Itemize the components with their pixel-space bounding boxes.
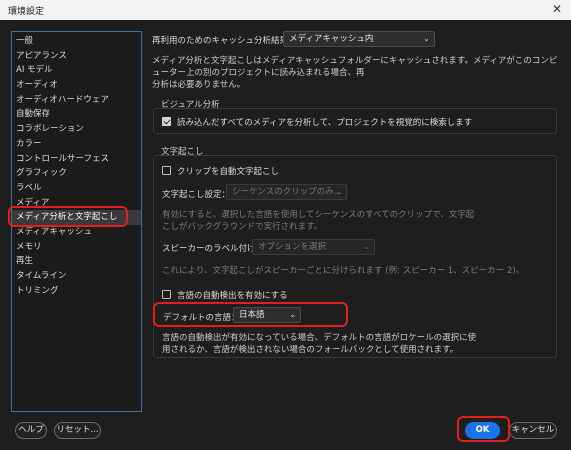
auto-detect-language-label: 言語の自動検出を有効にする bbox=[177, 291, 288, 301]
speaker-labeling-dropdown[interactable]: オプションを選択 ⌄ bbox=[252, 239, 375, 255]
sidebar-item[interactable]: AI モデル bbox=[12, 63, 141, 78]
speaker-labeling-label: スピーカーのラベル付け： bbox=[162, 244, 265, 254]
sidebar-item[interactable]: メディアキャッシュ bbox=[12, 225, 141, 240]
auto-transcribe-label: クリップを自動文字起こし bbox=[177, 167, 280, 177]
cancel-button[interactable]: キャンセル bbox=[509, 422, 557, 439]
settings-desc-line-1: 有効にすると、選択した言語を使用してシーケンスのすべてのクリップで、文字起 bbox=[162, 210, 475, 220]
lang-desc-line-2: 用されるか、言語が検出されない場合のフォールバックとして使用されます。 bbox=[162, 345, 459, 355]
highlight-ok-button bbox=[457, 416, 510, 442]
visual-analysis-checkbox[interactable] bbox=[162, 117, 171, 126]
speaker-labeling-description: これにより、文字起こしがスピーカーごとに分けられます (例: スピーカー 1、ス… bbox=[162, 266, 525, 276]
sidebar-item[interactable]: トリミング bbox=[12, 284, 141, 299]
visual-analysis-label: 読み込んだすべてのメディアを分析して、プロジェクトを視覚的に検索します bbox=[177, 118, 473, 128]
highlight-default-language bbox=[153, 302, 348, 327]
sidebar-item[interactable]: メモリ bbox=[12, 240, 141, 255]
transcription-settings-label: 文字起こし設定： bbox=[162, 190, 231, 200]
cache-description: メディア分析と文字起こしはメディアキャッシュフォルダーにキャッシュされます。メデ… bbox=[152, 55, 560, 91]
speaker-labeling-value: オプションを選択 bbox=[258, 242, 327, 252]
sidebar-item[interactable]: ラベル bbox=[12, 181, 141, 196]
cache-location-value: メディアキャッシュ内 bbox=[289, 34, 374, 44]
help-button[interactable]: ヘルプ bbox=[15, 422, 47, 439]
window-title: 環境設定 bbox=[8, 7, 45, 17]
transcription-group: クリップを自動文字起こし 文字起こし設定： シーケンスのクリップのみ... ⌄ … bbox=[153, 155, 557, 358]
sidebar-item[interactable]: 再生 bbox=[12, 254, 141, 269]
sidebar-item[interactable]: アピアランス bbox=[12, 49, 141, 64]
transcription-settings-dropdown[interactable]: シーケンスのクリップのみ... ⌄ bbox=[226, 184, 347, 200]
sidebar-item[interactable]: コントロールサーフェス bbox=[12, 152, 141, 167]
lang-desc-line-1: 言語の自動検出が有効になっている場合、デフォルトの言語がロケールの選択に使 bbox=[162, 333, 477, 343]
close-icon[interactable]: ✕ bbox=[552, 2, 562, 16]
transcription-settings-value: シーケンスのクリップのみ... bbox=[232, 187, 342, 197]
transcription-settings-description: 有効にすると、選択した言語を使用してシーケンスのすべてのクリップで、文字起 こし… bbox=[162, 209, 554, 233]
sidebar-item[interactable]: オーディオハードウェア bbox=[12, 93, 141, 108]
sidebar-item[interactable]: コラボレーション bbox=[12, 122, 141, 137]
sidebar-item[interactable]: カラー bbox=[12, 137, 141, 152]
sidebar-item[interactable]: グラフィック bbox=[12, 166, 141, 181]
chevron-down-icon: ⌄ bbox=[335, 187, 342, 196]
default-language-description: 言語の自動検出が有効になっている場合、デフォルトの言語がロケールの選択に使 用さ… bbox=[162, 332, 554, 356]
chevron-down-icon: ⌄ bbox=[363, 242, 370, 251]
settings-panel: 再利用のためのキャッシュ分析結果： メディアキャッシュ内 ⌄ メディア分析と文字… bbox=[152, 28, 562, 413]
highlight-sidebar-selection bbox=[8, 206, 128, 227]
cache-desc-line-1: メディア分析と文字起こしはメディアキャッシュフォルダーにキャッシュされます。メデ… bbox=[152, 56, 558, 78]
visual-analysis-group: 読み込んだすべてのメディアを分析して、プロジェクトを視覚的に検索します bbox=[153, 108, 557, 134]
settings-desc-line-2: こしがバックグラウンドで実行されます。 bbox=[162, 222, 323, 232]
auto-transcribe-checkbox[interactable] bbox=[162, 166, 171, 175]
reset-button[interactable]: リセット... bbox=[54, 422, 101, 439]
cache-label: 再利用のためのキャッシュ分析結果： bbox=[152, 36, 297, 46]
cache-desc-line-2: 分析は必要ありません。 bbox=[152, 80, 246, 90]
auto-detect-language-checkbox[interactable] bbox=[162, 290, 171, 299]
sidebar-item[interactable]: タイムライン bbox=[12, 269, 141, 284]
cache-location-dropdown[interactable]: メディアキャッシュ内 ⌄ bbox=[283, 31, 435, 47]
sidebar-item[interactable]: 自動保存 bbox=[12, 107, 141, 122]
chevron-down-icon: ⌄ bbox=[423, 34, 430, 43]
sidebar-item[interactable]: 一般 bbox=[12, 34, 141, 49]
window-titlebar: 環境設定 ✕ bbox=[0, 0, 571, 20]
sidebar-item[interactable]: オーディオ bbox=[12, 78, 141, 93]
